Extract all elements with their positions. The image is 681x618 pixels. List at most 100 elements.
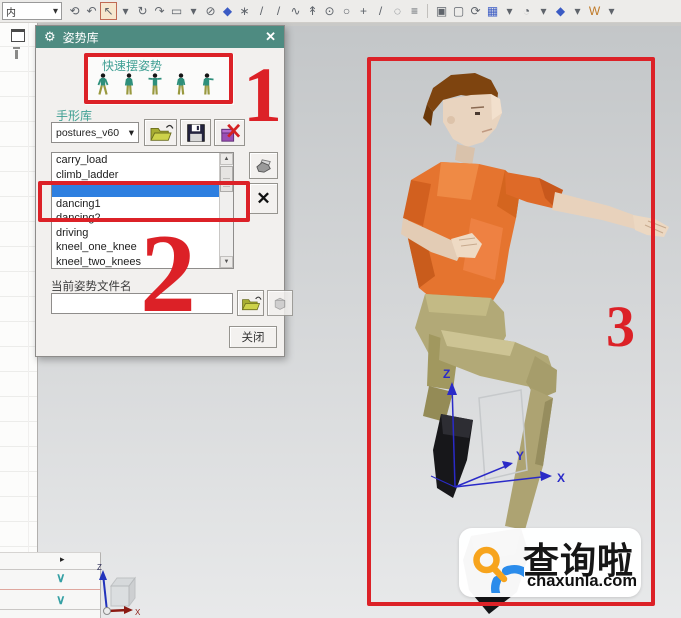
left-panel: [0, 22, 38, 618]
rect-caret-icon[interactable]: ▾: [185, 2, 202, 20]
expand-arrow-icon[interactable]: ▸: [60, 553, 65, 565]
curve-tool-icon[interactable]: ∿: [287, 2, 304, 20]
gray-box-icon: [272, 295, 288, 311]
close-icon[interactable]: ✕: [265, 29, 276, 45]
scrollbar-thumb[interactable]: [220, 166, 233, 192]
watermark-domain: chaxunla.com: [527, 572, 637, 591]
triad-box-front: [111, 586, 129, 606]
list-item[interactable]: driving: [52, 226, 233, 241]
current-file-label: 当前姿势文件名: [51, 278, 132, 294]
open-library-button[interactable]: [144, 119, 177, 146]
corner-axis-label-z: Z: [97, 564, 102, 572]
x-icon: ✕: [256, 189, 270, 209]
walk-icon[interactable]: W: [586, 2, 603, 20]
top-toolbar: 内 ▾ ⟲↶↖▾↻↷▭▾⊘◆∗//∿↟⊙○+/◌≡▣▢⟳▦▾◔▾◆▾W▾: [0, 0, 681, 23]
list-item[interactable]: [52, 182, 233, 197]
separator[interactable]: [427, 4, 429, 18]
scroll-up-icon[interactable]: ▲: [220, 153, 233, 165]
scroll-down-icon[interactable]: ▼: [220, 256, 233, 268]
dialog-titlebar[interactable]: ⚙ 姿势库 ✕: [36, 26, 284, 48]
restore-window-icon[interactable]: [11, 29, 25, 42]
circle-dot-icon[interactable]: ⊙: [321, 2, 338, 20]
posture-library-dialog: ⚙ 姿势库 ✕ 快速摆姿势: [35, 25, 285, 357]
sphere-tool-icon[interactable]: ⊘: [202, 2, 219, 20]
circle-icon[interactable]: ○: [338, 2, 355, 20]
save-library-button[interactable]: [180, 119, 211, 146]
swing-tool-icon[interactable]: ↷: [151, 2, 168, 20]
figure-eye: [475, 112, 480, 115]
pose-stand-icon[interactable]: [122, 73, 136, 99]
figure-shoe-facet: [441, 414, 473, 438]
chevron-down-icon: ▾: [53, 6, 58, 17]
pose-tpose-icon[interactable]: [148, 73, 162, 99]
ghost-circle-icon[interactable]: ◌: [389, 2, 406, 20]
fan-icon[interactable]: ◔: [518, 2, 535, 20]
current-file-input[interactable]: [51, 293, 233, 314]
save-file-button-disabled[interactable]: [267, 290, 293, 316]
close-button-label: 关闭: [242, 329, 265, 345]
line2-tool-icon[interactable]: /: [270, 2, 287, 20]
chevron-down-icon[interactable]: ∨: [56, 571, 66, 585]
chaxunla-logo-icon: [464, 533, 524, 593]
line-tool-icon[interactable]: /: [253, 2, 270, 20]
select-caret-icon[interactable]: ▾: [117, 2, 134, 20]
list-item[interactable]: carry_load: [52, 153, 233, 168]
cube-tool-icon[interactable]: ◆: [219, 2, 236, 20]
select-cursor-icon[interactable]: ↖: [100, 2, 117, 20]
figure-ear: [447, 116, 455, 124]
layers-icon[interactable]: ≡: [406, 2, 423, 20]
walk-caret-icon[interactable]: ▾: [603, 2, 620, 20]
corner-orientation-triad: Z X: [85, 564, 143, 618]
chevron-down-icon[interactable]: ∨: [56, 593, 66, 607]
pose-one-arm-icon[interactable]: [200, 73, 214, 99]
plus-icon[interactable]: +: [355, 2, 372, 20]
gear-icon: ⚙: [44, 26, 56, 48]
corner-axis-label-x: X: [135, 608, 141, 617]
figure-brow: [471, 107, 484, 108]
list-scrollbar[interactable]: ▲ ▼: [219, 153, 233, 268]
postures-combo[interactable]: postures_v60 ▾: [51, 122, 139, 143]
cube-caret-icon[interactable]: ▾: [569, 2, 586, 20]
postures-list[interactable]: ▲ ▼ carry_loadclimb_ladder dancing1dancin…: [51, 152, 234, 269]
panel-gridline: [28, 22, 29, 618]
apply-posture-button[interactable]: [249, 152, 278, 179]
axis-label-x: X: [557, 471, 565, 485]
axis-label-y: Y: [516, 449, 524, 463]
orbit-view-icon[interactable]: ⟲: [66, 2, 83, 20]
main-area: Z X Y ▸ ∨ ∨: [0, 22, 681, 618]
tree-tool-icon[interactable]: ↟: [304, 2, 321, 20]
list-item[interactable]: dancing1: [52, 197, 233, 212]
list-item[interactable]: kneel_two_knees: [52, 255, 233, 270]
app-window: 内 ▾ ⟲↶↖▾↻↷▭▾⊘◆∗//∿↟⊙○+/◌≡▣▢⟳▦▾◔▾◆▾W▾: [0, 0, 681, 618]
fan-caret-icon[interactable]: ▾: [535, 2, 552, 20]
slash-icon[interactable]: /: [372, 2, 389, 20]
pose-stand2-icon[interactable]: [174, 73, 188, 99]
corner-origin-sphere: [104, 608, 111, 615]
find-window-icon[interactable]: ▣: [433, 2, 450, 20]
refresh-icon[interactable]: ⟳: [467, 2, 484, 20]
grid-icon[interactable]: ▦: [484, 2, 501, 20]
list-item[interactable]: climb_ladder: [52, 168, 233, 183]
delete-library-icon: [219, 123, 241, 143]
rect-select-icon[interactable]: ▭: [168, 2, 185, 20]
remove-posture-button[interactable]: ✕: [249, 183, 278, 214]
figure-neck: [455, 144, 475, 166]
rotate-tool-icon[interactable]: ↻: [134, 2, 151, 20]
explode-tool-icon[interactable]: ∗: [236, 2, 253, 20]
grid-caret-icon[interactable]: ▾: [501, 2, 518, 20]
figure-right-hand: [633, 215, 669, 237]
pose-walk-icon[interactable]: [96, 73, 110, 99]
list-item[interactable]: dancing2: [52, 211, 233, 226]
browse-file-button[interactable]: [237, 290, 264, 316]
panel-tool-icon[interactable]: [15, 50, 18, 59]
dialog-title: 姿势库: [63, 29, 258, 46]
undo-icon[interactable]: ↶: [83, 2, 100, 20]
delete-library-button[interactable]: [214, 119, 245, 146]
axis-label-z: Z: [443, 367, 450, 381]
folder-open-icon: [240, 295, 262, 312]
view-combo[interactable]: 内 ▾: [2, 2, 62, 20]
window-icon[interactable]: ▢: [450, 2, 467, 20]
cube2-icon[interactable]: ◆: [552, 2, 569, 20]
list-item[interactable]: kneel_one_knee: [52, 240, 233, 255]
close-dialog-button[interactable]: 关闭: [229, 326, 277, 348]
